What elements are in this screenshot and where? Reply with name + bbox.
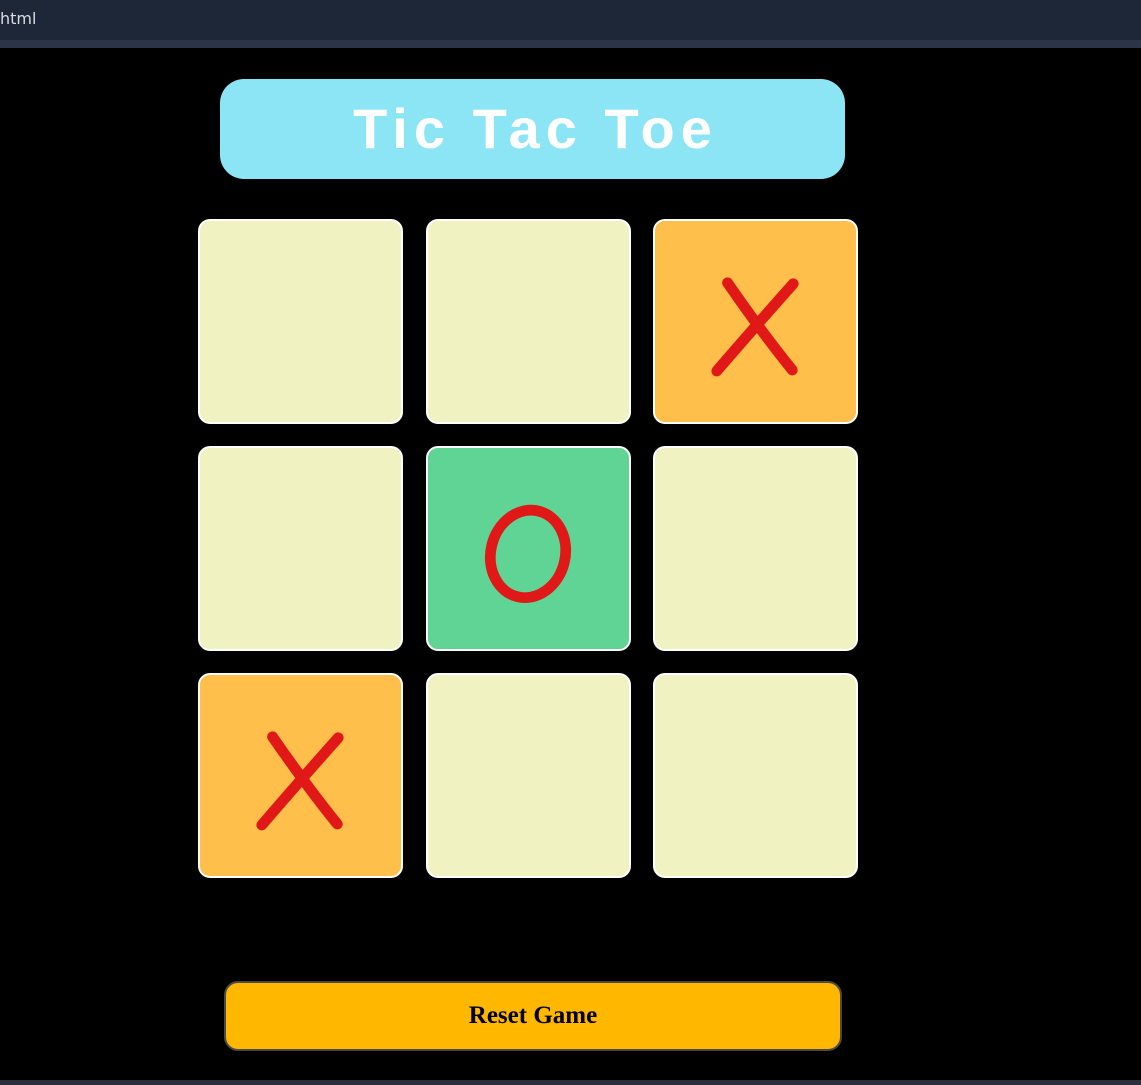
board-cell-4[interactable] — [198, 446, 403, 651]
x-mark-icon — [711, 277, 799, 377]
x-mark-icon — [256, 731, 344, 831]
board-cell-1[interactable] — [198, 219, 403, 424]
o-mark-icon — [484, 504, 572, 604]
game-board — [198, 219, 861, 881]
browser-top-bar: html — [0, 0, 1141, 48]
title-banner: Tic Tac Toe — [220, 79, 845, 179]
board-cell-6[interactable] — [653, 446, 858, 651]
board-cell-9[interactable] — [653, 673, 858, 878]
board-cell-2[interactable] — [426, 219, 631, 424]
board-cell-3[interactable] — [653, 219, 858, 424]
board-cell-5[interactable] — [426, 446, 631, 651]
reset-game-button[interactable]: Reset Game — [224, 981, 842, 1051]
reset-game-label: Reset Game — [468, 1002, 598, 1029]
tab-label: html — [0, 9, 37, 28]
board-cell-7[interactable] — [198, 673, 403, 878]
board-cell-8[interactable] — [426, 673, 631, 878]
bottom-divider — [0, 1080, 1141, 1085]
page-title: Tic Tac Toe — [353, 97, 718, 160]
